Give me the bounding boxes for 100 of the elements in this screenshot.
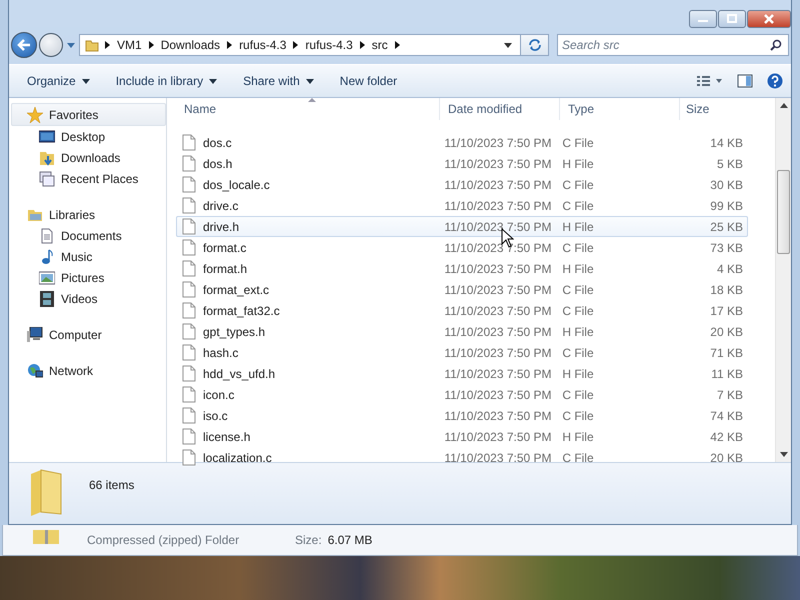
search-icon[interactable] [770, 39, 782, 51]
file-type: C File [561, 178, 595, 192]
file-name[interactable]: drive.h [203, 220, 240, 234]
file-row[interactable]: hdd_vs_ufd.h 11/10/2023 7:50 PM H File 11 KB [176, 363, 748, 384]
file-date: 11/10/2023 7:50 PM [443, 450, 553, 464]
chevron-icon [227, 41, 232, 49]
toolbar-button[interactable]: Organize [17, 70, 100, 92]
file-type: H File [561, 262, 595, 276]
file-name[interactable]: dos_locale.c [203, 178, 270, 192]
file-icon [182, 218, 196, 235]
file-name[interactable]: format_ext.c [203, 282, 270, 296]
help-button[interactable] [765, 71, 785, 91]
nav-item[interactable]: Network [9, 360, 166, 381]
breadcrumb-item[interactable]: rufus-4.3 [239, 38, 286, 52]
file-size: 14 KB [709, 136, 744, 150]
breadcrumb-item[interactable]: rufus-4.3 [305, 38, 353, 52]
file-row[interactable]: format_fat32.c 11/10/2023 7:50 PM C File 17 KB [176, 300, 748, 321]
toolbar-button[interactable]: New folder [330, 70, 408, 92]
file-row[interactable]: format.h 11/10/2023 7:50 PM H File 4 KB [176, 258, 748, 279]
file-size: 11 KB [710, 366, 744, 380]
file-name[interactable]: gpt_types.h [203, 324, 266, 338]
maximize-button[interactable] [718, 10, 746, 28]
music-note-icon [39, 248, 55, 264]
close-button[interactable] [747, 10, 791, 28]
forward-button[interactable] [39, 33, 63, 57]
file-name[interactable]: hash.c [203, 346, 238, 360]
file-row[interactable]: hash.c 11/10/2023 7:50 PM C File 71 KB [176, 342, 748, 363]
file-row[interactable]: drive.h 11/10/2023 7:50 PM H File 25 KB [176, 216, 748, 237]
view-options-button[interactable] [695, 73, 725, 89]
vertical-scrollbar[interactable] [775, 98, 791, 462]
nav-item[interactable]: Videos [9, 288, 166, 309]
file-row[interactable]: icon.c 11/10/2023 7:50 PM C File 7 KB [176, 384, 748, 405]
search-box[interactable]: Search src [557, 34, 789, 56]
toolbar-button[interactable]: Share with [233, 70, 324, 92]
file-size: 73 KB [709, 240, 744, 254]
file-icon [182, 155, 196, 172]
toolbar-button[interactable]: Include in library [106, 70, 228, 92]
nav-item[interactable]: Pictures [9, 267, 166, 288]
file-type: H File [561, 220, 595, 234]
file-date: 11/10/2023 7:50 PM [443, 220, 553, 234]
file-name[interactable]: hdd_vs_ufd.h [203, 366, 276, 380]
nav-item[interactable]: Recent Places [9, 168, 166, 189]
star-icon [27, 106, 43, 122]
file-row[interactable]: dos.c 11/10/2023 7:50 PM C File 14 KB [176, 132, 748, 153]
nav-item[interactable]: Favorites [11, 103, 166, 126]
file-row[interactable]: dos_locale.c 11/10/2023 7:50 PM C File 30 KB [176, 174, 748, 195]
address-bar[interactable]: VM1 Downloads rufus-4.3 rufus-4.3 src [79, 34, 521, 56]
file-icon [182, 176, 196, 193]
breadcrumb-item[interactable]: VM1 [117, 38, 142, 52]
file-name[interactable]: format.c [203, 240, 246, 254]
file-row[interactable]: dos.h 11/10/2023 7:50 PM H File 5 KB [176, 153, 748, 174]
preview-pane-button[interactable] [735, 72, 755, 90]
file-size: 74 KB [709, 408, 744, 422]
file-row[interactable]: iso.c 11/10/2023 7:50 PM C File 74 KB [176, 405, 748, 426]
file-name[interactable]: format.h [203, 262, 248, 276]
file-name[interactable]: iso.c [203, 408, 228, 422]
column-header[interactable]: Date modified [440, 98, 560, 120]
file-size: 71 KB [709, 346, 744, 360]
file-row[interactable]: license.h 11/10/2023 7:50 PM H File 42 KB [176, 426, 748, 447]
file-row[interactable]: drive.c 11/10/2023 7:50 PM C File 99 KB [176, 195, 748, 216]
folder-icon [39, 150, 55, 166]
nav-item[interactable]: Computer [9, 324, 166, 345]
nav-item[interactable]: Music [9, 246, 166, 267]
file-icon [182, 428, 196, 445]
file-name[interactable]: localization.c [203, 450, 272, 464]
column-header[interactable]: Type [560, 98, 680, 120]
nav-item[interactable]: Libraries [9, 204, 166, 225]
breadcrumb-item[interactable]: Downloads [160, 38, 220, 52]
chevron-icon [360, 41, 365, 49]
scroll-thumb[interactable] [777, 170, 790, 254]
file-size: 17 KB [709, 304, 744, 318]
item-count: 66 items [89, 478, 134, 492]
breadcrumb-item[interactable]: src [372, 38, 388, 52]
caret-icon[interactable] [504, 42, 512, 48]
file-name[interactable]: dos.c [203, 136, 232, 150]
nav-item[interactable]: Documents [9, 225, 166, 246]
scroll-down-icon[interactable] [780, 452, 788, 457]
file-row[interactable]: format.c 11/10/2023 7:50 PM C File 73 KB [176, 237, 748, 258]
maximize-icon [726, 14, 738, 24]
file-date: 11/10/2023 7:50 PM [443, 324, 553, 338]
file-size: 5 KB [716, 156, 744, 170]
column-header[interactable]: Size [680, 98, 756, 120]
file-icon [182, 344, 196, 361]
file-row[interactable]: format_ext.c 11/10/2023 7:50 PM C File 18 KB [176, 279, 748, 300]
scroll-up-icon[interactable] [780, 103, 788, 108]
file-row[interactable]: gpt_types.h 11/10/2023 7:50 PM H File 20 KB [176, 321, 748, 342]
close-icon [763, 14, 775, 24]
file-name[interactable]: license.h [203, 430, 250, 444]
file-name[interactable]: format_fat32.c [203, 304, 280, 318]
file-name[interactable]: drive.c [203, 198, 238, 212]
nav-item[interactable]: Downloads [9, 147, 166, 168]
film-icon [39, 290, 55, 306]
nav-item[interactable]: Desktop [9, 126, 166, 147]
refresh-button[interactable] [521, 34, 549, 56]
file-icon [182, 407, 196, 424]
file-row[interactable]: localization.c 11/10/2023 7:50 PM C File 20 KB [176, 447, 748, 468]
back-button[interactable] [11, 32, 37, 58]
file-name[interactable]: icon.c [203, 388, 234, 402]
minimize-button[interactable] [689, 10, 717, 28]
file-name[interactable]: dos.h [203, 156, 232, 170]
